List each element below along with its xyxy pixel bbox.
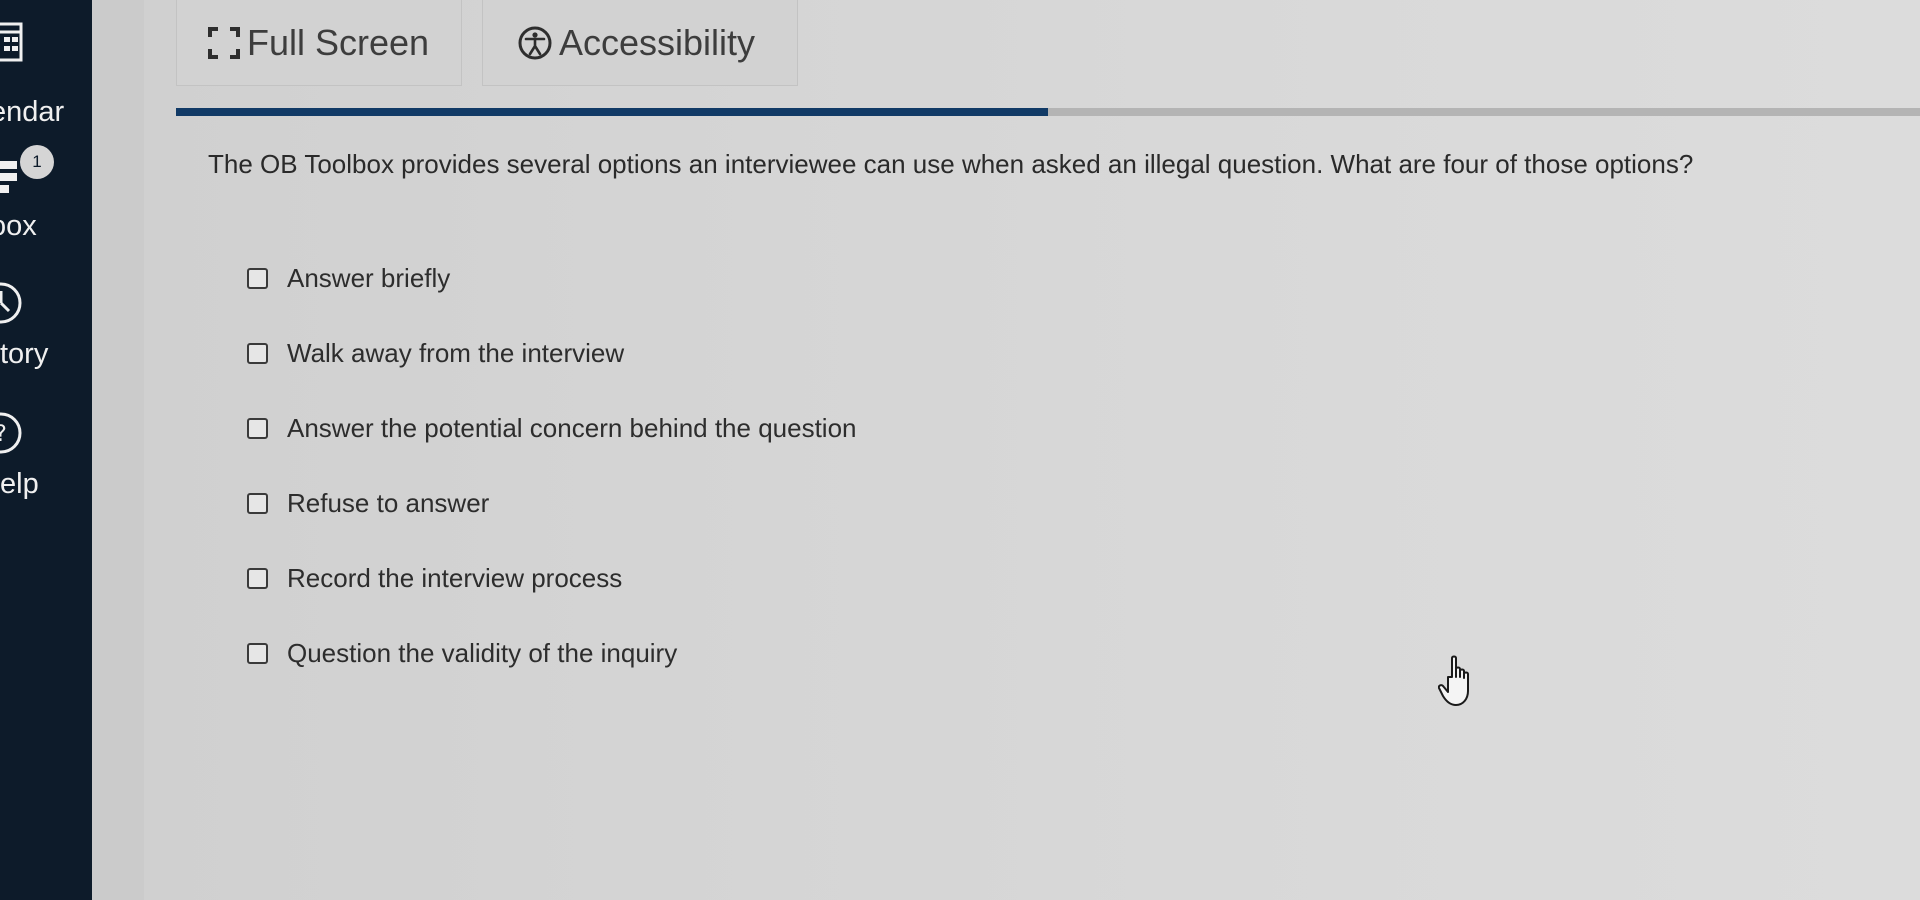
svg-text:?: ?: [0, 422, 7, 447]
answer-option[interactable]: Answer briefly: [247, 241, 857, 316]
content-gutter: [92, 0, 144, 900]
help-icon: ?: [0, 410, 24, 456]
nav-label-help: elp: [0, 468, 39, 500]
global-nav-sidebar: endar 1 oox tory ? elp: [0, 0, 92, 900]
nav-label-inbox: oox: [0, 210, 37, 242]
answer-checkbox[interactable]: [247, 418, 268, 439]
answer-option-label: Walk away from the interview: [287, 338, 625, 368]
nav-label-history: tory: [0, 338, 49, 370]
answer-checkbox[interactable]: [247, 643, 268, 664]
answer-option-label: Answer the potential concern behind the …: [287, 413, 857, 443]
answer-option-label: Refuse to answer: [287, 488, 490, 518]
accessibility-button[interactable]: Accessibility: [482, 0, 798, 86]
question-prompt: The OB Toolbox provides several options …: [208, 149, 1694, 179]
nav-item-help[interactable]: ? elp: [0, 410, 92, 500]
nav-label-calendar: endar: [0, 96, 65, 128]
nav-item-inbox[interactable]: 1 oox: [0, 145, 92, 242]
answer-option-label: Record the interview process: [287, 563, 623, 593]
answer-options-list: Answer briefly Walk away from the intervi…: [247, 241, 857, 691]
nav-item-calendar[interactable]: endar: [0, 18, 92, 128]
answer-checkbox[interactable]: [247, 568, 268, 589]
fullscreen-button[interactable]: Full Screen: [176, 0, 462, 86]
nav-item-history[interactable]: tory: [0, 280, 92, 370]
answer-option[interactable]: Record the interview process: [247, 541, 857, 616]
answer-option-label: Question the validity of the inquiry: [287, 638, 678, 668]
quiz-progress-bar: [176, 108, 1920, 116]
quiz-main-area: Full Screen Accessibility The OB Toolbox…: [92, 0, 1920, 900]
hand-pointer-cursor-icon: [1438, 655, 1469, 706]
answer-option-label: Answer briefly: [287, 263, 451, 293]
answer-option[interactable]: Walk away from the interview: [247, 316, 857, 391]
answer-checkbox[interactable]: [247, 343, 268, 364]
answer-option[interactable]: Answer the potential concern behind the …: [247, 391, 857, 466]
inbox-badge: 1: [20, 145, 54, 179]
answer-option[interactable]: Refuse to answer: [247, 466, 857, 541]
calendar-icon: [0, 18, 24, 64]
history-clock-icon: [0, 280, 24, 326]
accessibility-icon: [517, 25, 553, 61]
accessibility-label: Accessibility: [559, 21, 756, 63]
fullscreen-icon: [207, 26, 241, 60]
answer-checkbox[interactable]: [247, 268, 268, 289]
fullscreen-label: Full Screen: [247, 21, 430, 63]
answer-option[interactable]: Question the validity of the inquiry: [247, 616, 857, 691]
answer-checkbox[interactable]: [247, 493, 268, 514]
quiz-progress-fill: [176, 108, 1048, 116]
